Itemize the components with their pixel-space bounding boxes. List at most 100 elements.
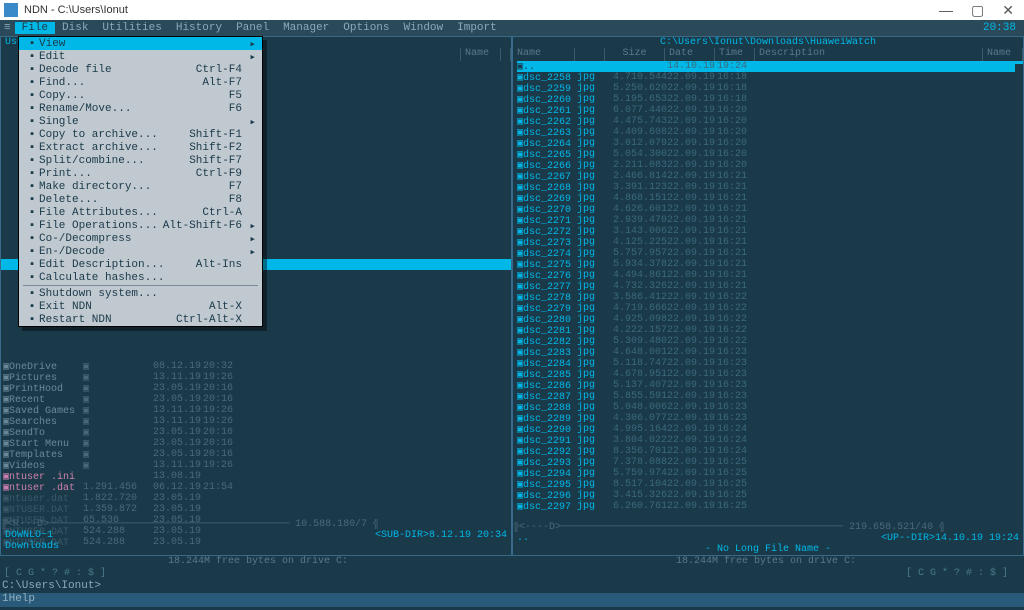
- menu-item-file-operations-[interactable]: ▪File Operations...Alt-Shift-F6▸: [19, 219, 262, 232]
- file-row[interactable]: ▣dsc_2263jpg4.409.60822.09.1916:20: [517, 127, 1023, 138]
- list-item[interactable]: ▣Searches▣13.11.1919:26: [3, 416, 511, 427]
- file-row[interactable]: ▣dsc_2278jpg3.586.41222.09.1916:22: [517, 292, 1023, 303]
- menu-item-make-directory-[interactable]: ▪Make directory...F7: [19, 180, 262, 193]
- menu-item-print-[interactable]: ▪Print...Ctrl-F9: [19, 167, 262, 180]
- file-row[interactable]: ▣dsc_2277jpg4.732.32622.09.1916:21: [517, 281, 1023, 292]
- file-row[interactable]: ▣dsc_2272jpg3.143.00622.09.1916:21: [517, 226, 1023, 237]
- file-row[interactable]: ▣dsc_2258jpg4.710.54422.09.1916:18: [517, 72, 1023, 83]
- menu-item-extract-archive-[interactable]: ▪Extract archive...Shift-F2: [19, 141, 262, 154]
- file-row[interactable]: ▣dsc_2288jpg5.048.00622.09.1916:23: [517, 402, 1023, 413]
- col-name: Name: [461, 48, 501, 61]
- file-row[interactable]: ▣dsc_2259jpg5.250.62022.09.1916:18: [517, 83, 1023, 94]
- menu-file[interactable]: File: [15, 22, 55, 34]
- file-row[interactable]: ▣dsc_2296jpg3.415.32622.09.1916:25: [517, 490, 1023, 501]
- file-row[interactable]: ▣dsc_2293jpg7.378.08822.09.1916:25: [517, 457, 1023, 468]
- command-line[interactable]: C:\Users\Ionut>: [0, 580, 1024, 593]
- menu-item-restart-ndn[interactable]: ▪Restart NDNCtrl-Alt-X: [19, 313, 262, 326]
- menu-options[interactable]: Options: [336, 22, 396, 34]
- menu-item-single[interactable]: ▪Single▸: [19, 115, 262, 128]
- menu-utilities[interactable]: Utilities: [95, 22, 168, 34]
- file-row[interactable]: ▣dsc_2292jpg8.356.70122.09.1916:24: [517, 446, 1023, 457]
- list-item[interactable]: ▣ntuser .dat1.291.45606.12.1921:54: [3, 482, 511, 493]
- right-attr-indicator: <----D>: [519, 522, 561, 533]
- file-row[interactable]: ▣dsc_2286jpg5.137.40722.09.1916:23: [517, 380, 1023, 391]
- file-row[interactable]: ▣dsc_2265jpg5.054.30022.09.1916:20: [517, 149, 1023, 160]
- menu-import[interactable]: Import: [450, 22, 504, 34]
- menu-window[interactable]: Window: [397, 22, 451, 34]
- menu-item-co-decompress[interactable]: ▪Co-/Decompress▸: [19, 232, 262, 245]
- menu-disk[interactable]: Disk: [55, 22, 95, 34]
- file-row[interactable]: ▣dsc_2267jpg2.466.81422.09.1916:21: [517, 171, 1023, 182]
- list-item[interactable]: ▣OneDrive▣08.12.1920:32: [3, 361, 511, 372]
- file-row[interactable]: ▣dsc_2283jpg4.648.00122.09.1916:23: [517, 347, 1023, 358]
- menu-item-edit[interactable]: ▪Edit▸: [19, 50, 262, 63]
- file-row[interactable]: ▣dsc_2285jpg4.678.95122.09.1916:23: [517, 369, 1023, 380]
- menu-item-exit-ndn[interactable]: ▪Exit NDNAlt-X: [19, 300, 262, 313]
- file-row[interactable]: ▣dsc_2270jpg4.626.60122.09.1916:21: [517, 204, 1023, 215]
- menu-item-shutdown-system-[interactable]: ▪Shutdown system...: [19, 287, 262, 300]
- file-row[interactable]: ▣dsc_2280jpg4.925.09822.09.1916:22: [517, 314, 1023, 325]
- file-row[interactable]: ▣dsc_2294jpg5.759.97422.09.1916:25: [517, 468, 1023, 479]
- menu-item-copy-[interactable]: ▪Copy...F5: [19, 89, 262, 102]
- menu-history[interactable]: History: [169, 22, 229, 34]
- file-row[interactable]: ▣dsc_2273jpg4.125.22522.09.1916:21: [517, 237, 1023, 248]
- menu-item-file-attributes-[interactable]: ▪File Attributes...Ctrl-A: [19, 206, 262, 219]
- menu-item-copy-to-archive-[interactable]: ▪Copy to archive...Shift-F1: [19, 128, 262, 141]
- file-row[interactable]: ▣dsc_2290jpg4.995.16422.09.1916:24: [517, 424, 1023, 435]
- menu-item-calculate-hashes-[interactable]: ▪Calculate hashes...: [19, 271, 262, 284]
- menu-item-edit-description-[interactable]: ▪Edit Description...Alt-Ins: [19, 258, 262, 271]
- close-button[interactable]: ✕: [1002, 2, 1014, 19]
- list-item[interactable]: ▣Start Menu▣23.05.1920:16: [3, 438, 511, 449]
- file-row[interactable]: ▣dsc_2269jpg4.868.15122.09.1916:21: [517, 193, 1023, 204]
- file-row[interactable]: ▣dsc_2289jpg4.306.07722.09.1916:23: [517, 413, 1023, 424]
- file-row[interactable]: ▣dsc_2291jpg3.804.02222.09.1916:24: [517, 435, 1023, 446]
- help-bar[interactable]: 1Help: [0, 593, 1024, 607]
- file-row[interactable]: ▣dsc_2274jpg5.757.95722.09.1916:21: [517, 248, 1023, 259]
- file-row[interactable]: ▣dsc_2275jpg5.934.37822.09.1916:21: [517, 259, 1023, 270]
- file-row[interactable]: ▣dsc_2282jpg5.309.48022.09.1916:22: [517, 336, 1023, 347]
- left-stats: 10.588.180/7: [295, 519, 367, 530]
- file-row[interactable]: ▣dsc_2260jpg5.195.65322.09.1916:18: [517, 94, 1023, 105]
- file-row[interactable]: ▣dsc_2266jpg2.211.08322.09.1916:20: [517, 160, 1023, 171]
- file-row[interactable]: ▣dsc_2297jpg6.260.76122.09.1916:25: [517, 501, 1023, 512]
- menu-item-find-[interactable]: ▪Find...Alt-F7: [19, 76, 262, 89]
- file-row[interactable]: ▣dsc_2287jpg5.855.59122.09.1916:23: [517, 391, 1023, 402]
- menu-item-en-decode[interactable]: ▪En-/Decode▸: [19, 245, 262, 258]
- file-row[interactable]: ▣dsc_2268jpg3.391.12322.09.1916:21: [517, 182, 1023, 193]
- file-row[interactable]: ▣dsc_2262jpg4.475.74322.09.1916:20: [517, 116, 1023, 127]
- menu-item-rename-move-[interactable]: ▪Rename/Move...F6: [19, 102, 262, 115]
- list-item[interactable]: ▣PrintHood▣23.05.1920:16: [3, 383, 511, 394]
- file-row[interactable]: ▣dsc_2279jpg4.719.66622.09.1916:22: [517, 303, 1023, 314]
- list-item[interactable]: ▣Pictures▣13.11.1919:26: [3, 372, 511, 383]
- menu-item-view[interactable]: ▪View▸: [19, 37, 262, 50]
- maximize-button[interactable]: ▢: [971, 2, 984, 19]
- list-item[interactable]: ▣Templates▣23.05.1920:16: [3, 449, 511, 460]
- list-item[interactable]: ▣Saved Games▣13.11.1919:26: [3, 405, 511, 416]
- menu-manager[interactable]: Manager: [276, 22, 336, 34]
- menu-item-delete-[interactable]: ▪Delete...F8: [19, 193, 262, 206]
- col-date: Date: [665, 48, 715, 61]
- file-row[interactable]: ▣dsc_2284jpg5.118.74722.09.1916:23: [517, 358, 1023, 369]
- list-item[interactable]: ▣ntuser.dat1.822.72023.05.19: [3, 493, 511, 504]
- list-item[interactable]: ▣Videos▣13.11.1919:26: [3, 460, 511, 471]
- scrollbar[interactable]: [1015, 64, 1023, 555]
- updir-row[interactable]: ▣..14.10.1919:24: [517, 61, 1023, 72]
- list-item[interactable]: ▣SendTo▣23.05.1920:16: [3, 427, 511, 438]
- left-free-space: 18.244M free bytes on drive C:: [4, 556, 512, 568]
- list-item[interactable]: ▣Recent▣23.05.1920:16: [3, 394, 511, 405]
- menu-corner[interactable]: ≡: [4, 22, 15, 34]
- menu-item-split-combine-[interactable]: ▪Split/combine...Shift-F7: [19, 154, 262, 167]
- file-row[interactable]: ▣dsc_2271jpg2.939.47022.09.1916:21: [517, 215, 1023, 226]
- cmd-indicator-right: [ C G * ? # : $ ]: [906, 568, 1020, 580]
- file-row[interactable]: ▣dsc_2261jpg6.077.44022.09.1916:20: [517, 105, 1023, 116]
- file-row[interactable]: ▣dsc_2281jpg4.222.15722.09.1916:22: [517, 325, 1023, 336]
- file-row[interactable]: ▣dsc_2276jpg4.494.86122.09.1916:21: [517, 270, 1023, 281]
- file-row[interactable]: ▣dsc_2295jpg8.517.10422.09.1916:25: [517, 479, 1023, 490]
- list-item[interactable]: ▣NTUSER.DAT1.359.87223.05.19: [3, 504, 511, 515]
- file-row[interactable]: ▣dsc_2264jpg3.012.07922.09.1916:20: [517, 138, 1023, 149]
- minimize-button[interactable]: —: [939, 2, 953, 19]
- list-item[interactable]: ▣ntuser .ini13.08.19: [3, 471, 511, 482]
- window-title: NDN - C:\Users\Ionut: [24, 4, 128, 16]
- menu-panel[interactable]: Panel: [229, 22, 276, 34]
- menu-item-decode-file[interactable]: ▪Decode fileCtrl-F4: [19, 63, 262, 76]
